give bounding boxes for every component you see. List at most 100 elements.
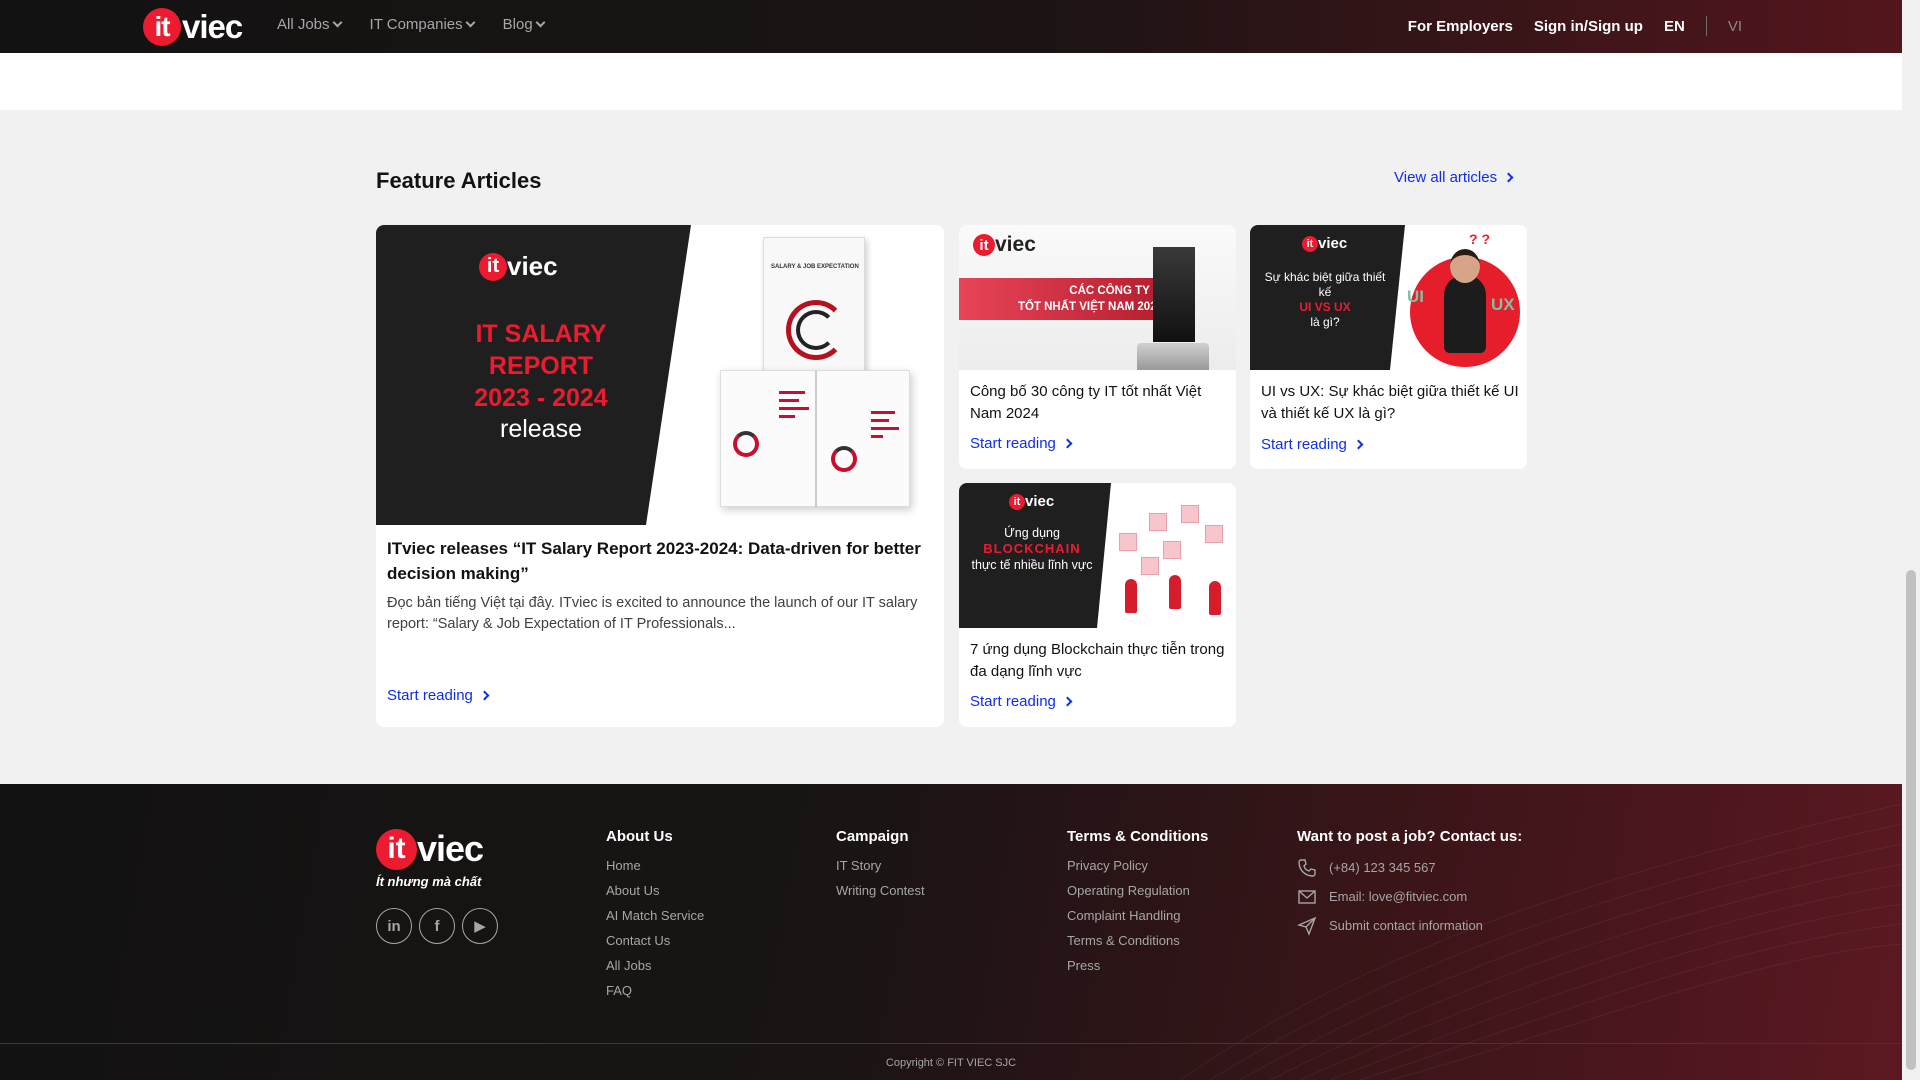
booklet-arc-inner [796, 310, 836, 350]
footer-col-campaign: Campaign IT Story Writing Contest [836, 828, 925, 903]
ui-label: UI [1407, 287, 1424, 306]
footer-link[interactable]: AI Match Service [606, 903, 704, 928]
footer-link[interactable]: Operating Regulation [1067, 878, 1208, 903]
lang-en[interactable]: EN [1664, 18, 1685, 35]
start-reading-label: Start reading [1261, 436, 1347, 453]
person-illustration [1444, 275, 1486, 353]
menu-blog[interactable]: Blog [503, 16, 546, 33]
contact-email[interactable]: Email: love@fitviec.com [1297, 882, 1522, 911]
site-footer: it viec Ít nhưng mà chất in f ▶ About Us… [0, 784, 1902, 1080]
article-title[interactable]: Công bố 30 công ty IT tốt nhất Việt Nam … [970, 381, 1230, 425]
caption-line: là gì? [1310, 315, 1340, 329]
start-reading-link[interactable]: Start reading [1261, 436, 1364, 453]
spread-bar [779, 399, 799, 402]
footer-col-terms: Terms & Conditions Privacy Policy Operat… [1067, 828, 1208, 978]
scrollbar-thumb[interactable] [1906, 570, 1916, 1070]
footer-link[interactable]: FAQ [606, 978, 704, 1003]
logo-text: viec [182, 8, 243, 45]
thumbnail-caption: Ứng dụng BLOCKCHAIN thực tế nhiều lĩnh v… [967, 525, 1097, 573]
view-all-articles-link[interactable]: View all articles [1394, 169, 1514, 186]
question-marks: ? ? [1469, 231, 1490, 247]
footer-tagline: Ít nhưng mà chất [376, 874, 482, 889]
start-reading-link[interactable]: Start reading [970, 435, 1073, 452]
footer-link[interactable]: Writing Contest [836, 878, 925, 903]
footer-link[interactable]: Press [1067, 953, 1208, 978]
lang-vi[interactable]: VI [1728, 18, 1742, 35]
menu-all-jobs[interactable]: All Jobs [277, 16, 342, 33]
salary-headline-line: 2023 - 2024 [474, 384, 608, 412]
article-title[interactable]: UI vs UX: Sự khác biệt giữa thiết kế UI … [1261, 381, 1521, 425]
article-description: Đọc bản tiếng Việt tại đây. ITviec is ex… [387, 595, 918, 632]
article-card[interactable]: it viec Ứng dụng BLOCKCHAIN thực tế nhiề… [959, 483, 1236, 727]
copyright-text: Copyright © FIT VIEC SJC [885, 1057, 1017, 1069]
footer-col-title: Terms & Conditions [1067, 828, 1209, 845]
caption-highlight: UI VS UX [1299, 300, 1351, 314]
footer-col-title: Want to post a job? Contact us: [1297, 828, 1523, 845]
spread-bar [871, 435, 883, 438]
article-title[interactable]: 7 ứng dụng Blockchain thực tiễn trong đa… [970, 639, 1230, 683]
page-scrollbar[interactable] [1902, 0, 1920, 1080]
facebook-icon[interactable]: f [419, 908, 455, 944]
start-reading-link[interactable]: Start reading [387, 687, 490, 704]
email-icon [1298, 889, 1316, 904]
footer-logo-mark: it [376, 828, 417, 870]
start-reading-label: Start reading [970, 693, 1056, 710]
footer-link[interactable]: Terms & Conditions [1067, 928, 1208, 953]
footer-link[interactable]: All Jobs [606, 953, 704, 978]
footer-link[interactable]: Home [606, 853, 704, 878]
article-card[interactable]: it viec Sự khác biệt giữa thiết kế UI VS… [1250, 225, 1527, 469]
footer-link[interactable]: About Us [606, 878, 704, 903]
footer-link[interactable]: Complaint Handling [1067, 903, 1208, 928]
lang-divider [1705, 16, 1707, 36]
start-reading-label: Start reading [970, 435, 1056, 452]
blockchain-cube [1205, 525, 1223, 543]
linkedin-icon[interactable]: in [376, 908, 412, 944]
content-top-strip [0, 53, 1902, 110]
person-figure [1209, 581, 1221, 615]
blockchain-cube [1163, 541, 1181, 559]
thumbnail-logo-text: viec [507, 251, 558, 281]
article-card[interactable]: it viec CÁC CÔNG TY IT TỐT NHẤT VIỆT NAM… [959, 225, 1236, 469]
footer-logo[interactable]: it viec [376, 828, 484, 870]
article-title[interactable]: ITviec releases “IT Salary Report 2023-2… [387, 536, 927, 586]
contact-submit[interactable]: Submit contact information [1297, 911, 1522, 940]
salary-headline: IT SALARY REPORT 2023 - 2024 [421, 318, 661, 414]
caption-line: thực tế nhiều lĩnh vực [971, 558, 1093, 572]
spread-bar [871, 427, 899, 430]
spread-bar [871, 411, 895, 414]
footer-link[interactable]: Contact Us [606, 928, 704, 953]
blockchain-cube [1149, 513, 1167, 531]
thumbnail-logo: it viec [973, 233, 1036, 257]
article-thumbnail[interactable]: it viec IT SALARY REPORT 2023 - 2024 rel… [376, 225, 944, 525]
article-thumbnail[interactable]: it viec CÁC CÔNG TY IT TỐT NHẤT VIỆT NAM… [959, 225, 1236, 370]
start-reading-link[interactable]: Start reading [970, 693, 1073, 710]
footer-link[interactable]: Privacy Policy [1067, 853, 1208, 878]
youtube-icon[interactable]: ▶ [462, 908, 498, 944]
banner-text: CÁC CÔNG TY IT TỐT NHẤT VIỆT NAM 2024 [1018, 283, 1163, 315]
article-card-featured[interactable]: it viec IT SALARY REPORT 2023 - 2024 rel… [376, 225, 944, 727]
footer-decorative-lines [1179, 803, 1902, 1080]
nav-right: For Employers Sign in/Sign up EN VI [1408, 16, 1742, 36]
footer-divider [0, 1043, 1902, 1044]
for-employers-link[interactable]: For Employers [1408, 18, 1513, 35]
article-thumbnail[interactable]: it viec Sự khác biệt giữa thiết kế UI VS… [1250, 225, 1527, 370]
contact-phone[interactable]: (+84) 123 345 567 [1297, 853, 1522, 882]
chevron-down-icon [332, 17, 342, 28]
thumbnail-logo: it viec [479, 251, 558, 282]
chevron-down-icon [535, 17, 546, 28]
thumbnail-logo-mark: it [479, 252, 507, 281]
blockchain-cube [1141, 557, 1159, 575]
itviec-logo[interactable]: it viec [143, 7, 243, 47]
spread-fold [815, 371, 817, 508]
menu-all-jobs-label: All Jobs [277, 16, 330, 33]
send-icon [1297, 916, 1317, 936]
article-thumbnail[interactable]: it viec Ứng dụng BLOCKCHAIN thực tế nhiề… [959, 483, 1236, 628]
banner-line: CÁC CÔNG TY IT [1069, 285, 1163, 297]
sign-in-link[interactable]: Sign in/Sign up [1534, 18, 1643, 35]
menu-it-companies-label: IT Companies [369, 16, 463, 33]
menu-it-companies[interactable]: IT Companies [369, 16, 476, 33]
footer-link[interactable]: IT Story [836, 853, 925, 878]
footer-col-contact: Want to post a job? Contact us: (+84) 12… [1297, 828, 1522, 940]
salary-release-label: release [500, 415, 582, 443]
phone-icon [1298, 858, 1316, 877]
